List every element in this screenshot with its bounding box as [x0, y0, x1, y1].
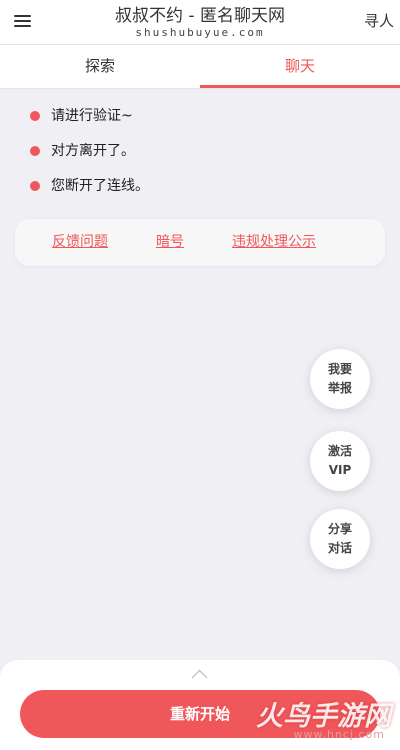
- active-tab-indicator: [200, 85, 400, 88]
- bullet-dot-icon: [30, 111, 40, 121]
- share-button-line1: 分享: [327, 522, 352, 536]
- system-message: 您断开了连线。: [30, 176, 149, 211]
- activate-vip-button[interactable]: 激活 VIP: [310, 431, 370, 491]
- bullet-dot-icon: [30, 146, 40, 156]
- tab-explore-label: 探索: [84, 57, 115, 75]
- bottom-action-panel: 重新开始: [0, 660, 400, 750]
- vip-button-line1: 激活: [327, 444, 352, 458]
- system-message-text: 您断开了连线。: [51, 178, 149, 194]
- tab-bar: 探索 聊天: [0, 45, 400, 89]
- system-message: 请进行验证~: [30, 106, 149, 141]
- share-conversation-button[interactable]: 分享 对话: [310, 509, 370, 569]
- system-message: 对方离开了。: [30, 141, 149, 176]
- report-button-line1: 我要: [327, 362, 352, 376]
- tab-chat[interactable]: 聊天: [200, 45, 400, 88]
- tab-chat-label: 聊天: [284, 57, 315, 75]
- share-button-line2: 对话: [327, 541, 352, 555]
- secret-code-link[interactable]: 暗号: [156, 231, 184, 251]
- site-title: 叔叔不约 - 匿名聊天网: [115, 6, 285, 26]
- quick-links-card: 反馈问题 暗号 违规处理公示: [15, 219, 385, 266]
- system-message-list: 请进行验证~ 对方离开了。 您断开了连线。: [30, 106, 149, 211]
- restart-button[interactable]: 重新开始: [20, 690, 380, 738]
- feedback-link[interactable]: 反馈问题: [52, 231, 108, 251]
- chevron-up-icon[interactable]: [191, 669, 208, 686]
- report-button[interactable]: 我要 举报: [310, 349, 370, 409]
- system-message-text: 请进行验证~: [51, 108, 133, 124]
- app-header: 叔叔不约 - 匿名聊天网 shushubuyue.com 寻人: [0, 0, 400, 45]
- find-person-button[interactable]: 寻人: [364, 10, 394, 31]
- vip-button-line2: VIP: [328, 463, 352, 477]
- tab-explore[interactable]: 探索: [0, 45, 200, 88]
- report-button-line2: 举报: [327, 381, 352, 395]
- site-domain: shushubuyue.com: [135, 26, 265, 39]
- bullet-dot-icon: [30, 181, 40, 191]
- system-message-text: 对方离开了。: [51, 143, 135, 159]
- violation-notice-link[interactable]: 违规处理公示: [232, 231, 316, 251]
